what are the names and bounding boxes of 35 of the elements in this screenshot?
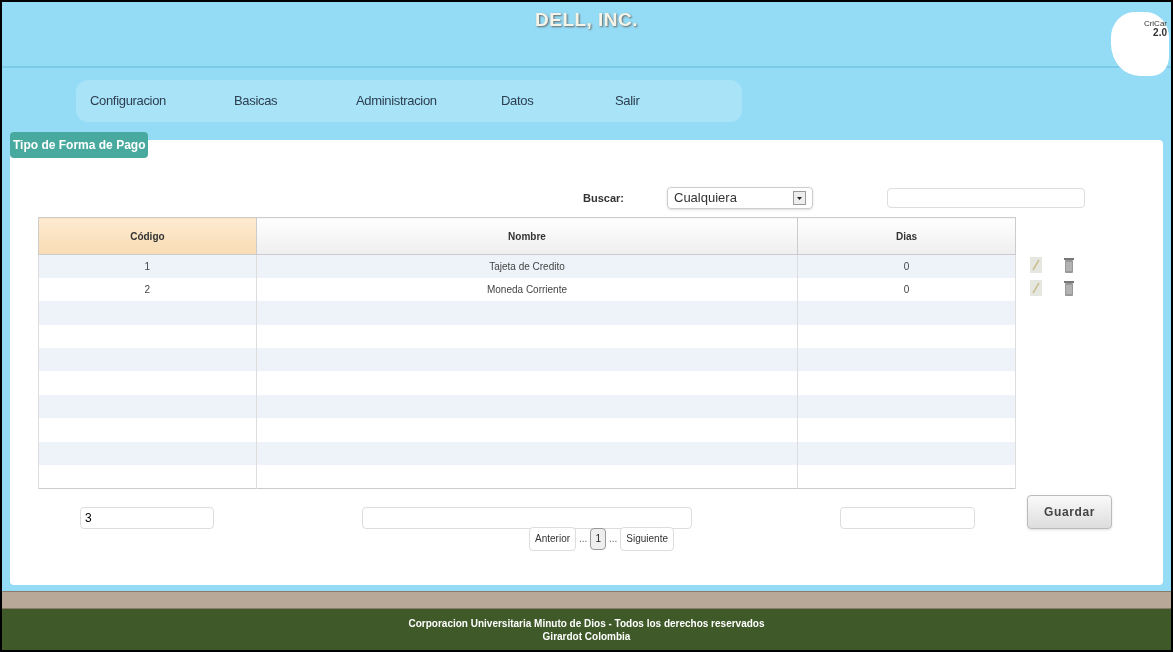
days-field[interactable]	[840, 506, 975, 529]
logo-version: 2.0	[1153, 28, 1167, 38]
caret-icon	[793, 191, 806, 205]
nav-link[interactable]: Salir	[615, 91, 695, 111]
edit-icon[interactable]	[1030, 257, 1042, 273]
ellipsis: ...	[608, 532, 618, 547]
search-field[interactable]	[887, 188, 1085, 208]
trash-icon[interactable]	[1064, 280, 1074, 296]
column-header[interactable]: Código	[38, 217, 257, 255]
filter-dropdown[interactable]: Cualquiera	[667, 187, 813, 209]
table-cell: 0	[797, 254, 1016, 278]
search-label: Buscar:	[583, 190, 625, 206]
name-field[interactable]	[362, 506, 692, 529]
dropdown-value: Cualquiera	[674, 189, 737, 208]
nav-link[interactable]: Configuracion	[90, 91, 234, 111]
page-button[interactable]: 1	[590, 527, 606, 550]
trash-icon[interactable]	[1064, 257, 1074, 273]
nav-link[interactable]: Datos	[501, 91, 615, 111]
site-title: DELL, INC.	[535, 8, 638, 32]
table-cell: 1	[38, 254, 257, 278]
nav-link[interactable]: Administracion	[356, 91, 501, 111]
next-button[interactable]: Siguiente	[620, 526, 674, 551]
panel-title: Tipo de Forma de Pago	[10, 132, 149, 158]
save-button[interactable]: Guardar	[1027, 494, 1112, 529]
ellipsis: ...	[579, 532, 588, 547]
column-header[interactable]: Dias	[797, 217, 1016, 255]
nav-link[interactable]: Basicas	[234, 91, 356, 111]
logo-caption: CriCar	[1143, 20, 1167, 28]
footer-text: Girardot Colombia	[542, 629, 631, 643]
footer-text: Corporacion Universitaria Minuto de Dios - Todos los derechos reservados	[408, 616, 765, 630]
previous-button[interactable]: Anterior	[529, 526, 577, 551]
edit-icon[interactable]	[1030, 280, 1042, 296]
code-field[interactable]: 3	[80, 506, 214, 529]
table-cell: Tajeta de Credito	[256, 254, 798, 278]
column-header[interactable]: Nombre	[256, 217, 798, 255]
